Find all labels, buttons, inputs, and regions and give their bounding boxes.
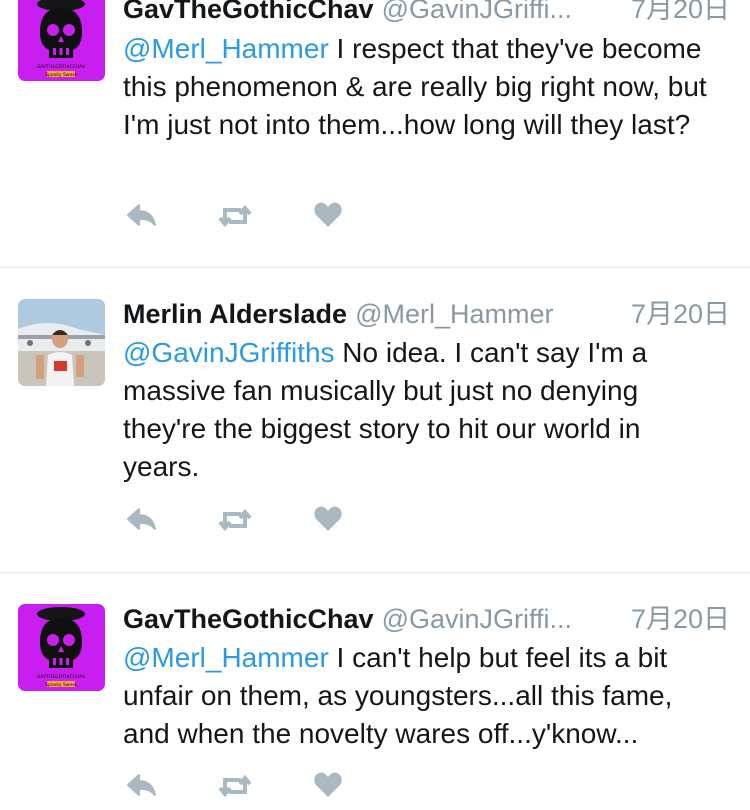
retweet-button[interactable]	[217, 201, 253, 237]
reply-icon	[127, 774, 156, 796]
tweet-text: @Merl_Hammer I respect that they've beco…	[123, 30, 723, 144]
handle[interactable]: @Merl_Hammer	[355, 299, 553, 329]
like-button[interactable]	[313, 201, 349, 237]
retweet-icon	[218, 204, 252, 228]
mention-link[interactable]: @Merl_Hammer	[123, 33, 329, 64]
heart-icon	[314, 202, 342, 227]
tweet-header: GavTheGothicChav @GavinJGriffi... 7月20日	[123, 0, 730, 26]
handle[interactable]: @GavinJGriffi...	[382, 604, 572, 634]
timestamp[interactable]: 7月20日	[620, 0, 730, 26]
retweet-icon	[218, 508, 252, 532]
heart-icon	[314, 506, 342, 531]
like-button[interactable]	[313, 771, 349, 807]
reply-button[interactable]	[125, 505, 161, 541]
display-name[interactable]: GavTheGothicChav	[123, 0, 374, 24]
handle[interactable]: @GavinJGriffi...	[382, 0, 572, 24]
reply-icon	[127, 508, 156, 530]
tweet-text: @GavinJGriffiths No idea. I can't say I'…	[123, 334, 723, 486]
display-name[interactable]: GavTheGothicChav	[123, 604, 374, 634]
like-button[interactable]	[313, 505, 349, 541]
svg-text:GAVTHEGOTHICCHAV: GAVTHEGOTHICCHAV	[37, 674, 86, 680]
retweet-button[interactable]	[217, 771, 253, 807]
avatar-gavthegothicchav[interactable]: GAVTHEGOTHICCHAV Spooky Sweet	[18, 0, 105, 81]
tweet-header: Merlin Alderslade @Merl_Hammer 7月20日	[123, 297, 730, 331]
svg-text:Spooky Sweet: Spooky Sweet	[45, 72, 77, 78]
mention-link[interactable]: @GavinJGriffiths	[123, 337, 335, 368]
mention-link[interactable]: @Merl_Hammer	[123, 642, 329, 673]
svg-text:Spooky Sweet: Spooky Sweet	[45, 682, 77, 688]
skull-avatar-image: GAVTHEGOTHICCHAV Spooky Sweet	[18, 0, 105, 81]
divider	[0, 267, 750, 268]
tweet-header: GavTheGothicChav @GavinJGriffi... 7月20日	[123, 602, 730, 636]
skull-avatar-image: GAVTHEGOTHICCHAV Spooky Sweet	[18, 604, 105, 691]
svg-text:GAVTHEGOTHICCHAV: GAVTHEGOTHICCHAV	[37, 64, 86, 70]
tweet-text: @Merl_Hammer I can't help but feel its a…	[123, 639, 723, 753]
reply-button[interactable]	[125, 201, 161, 237]
reply-icon	[127, 204, 156, 226]
divider	[0, 572, 750, 573]
retweet-button[interactable]	[217, 505, 253, 541]
retweet-icon	[218, 774, 252, 798]
reply-button[interactable]	[125, 771, 161, 807]
avatar-merlin-alderslade[interactable]	[18, 299, 105, 386]
display-name[interactable]: Merlin Alderslade	[123, 299, 347, 329]
profile-photo-image	[18, 299, 105, 386]
timestamp[interactable]: 7月20日	[620, 602, 730, 636]
heart-icon	[314, 772, 342, 797]
timestamp[interactable]: 7月20日	[620, 297, 730, 331]
tweet-actions	[125, 771, 365, 807]
tweet-actions	[125, 505, 365, 541]
avatar-gavthegothicchav[interactable]: GAVTHEGOTHICCHAV Spooky Sweet	[18, 604, 105, 691]
tweet-actions	[125, 201, 365, 237]
